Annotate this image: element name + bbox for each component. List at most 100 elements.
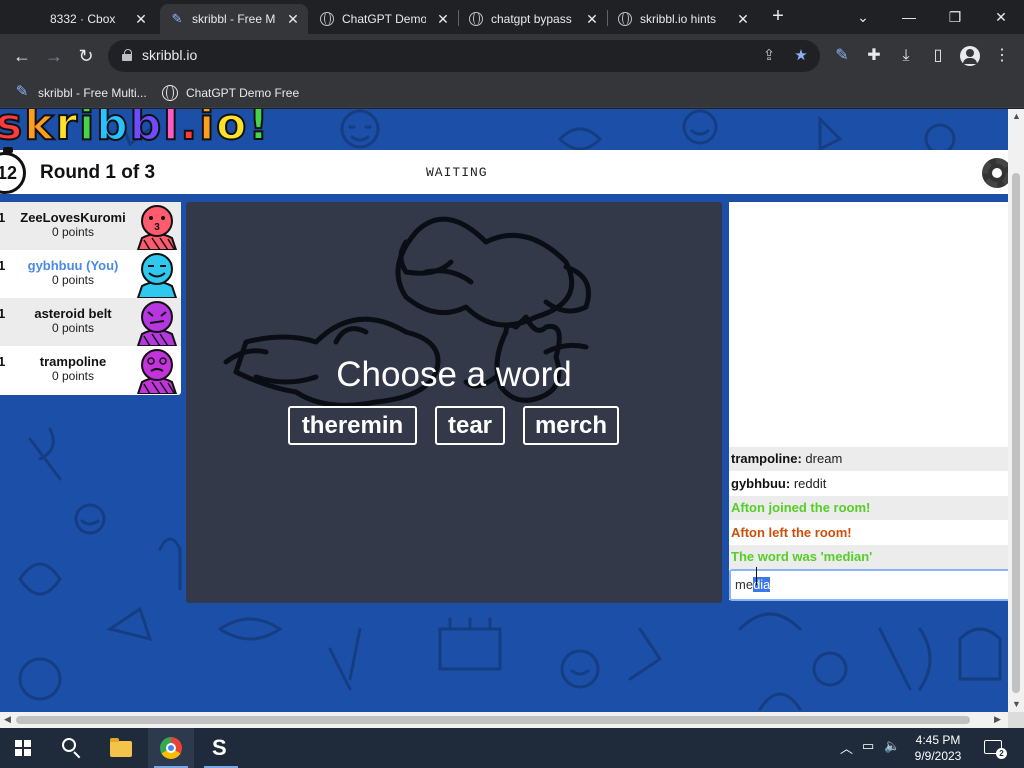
s-app-icon: S	[212, 735, 227, 760]
side-panel-icon[interactable]: ▯	[928, 46, 948, 66]
restore-button[interactable]: ❐	[932, 4, 978, 30]
vertical-scrollbar[interactable]: ▲ ▼	[1008, 109, 1024, 712]
download-icon[interactable]: ⤓	[896, 46, 916, 66]
word-choice-button[interactable]: theremin	[288, 406, 417, 445]
file-explorer-button[interactable]	[98, 728, 144, 768]
scrollbar-corner	[1008, 712, 1024, 728]
settings-gear-icon[interactable]	[982, 158, 1008, 188]
s-app-taskbar-button[interactable]: S	[198, 728, 244, 768]
close-icon[interactable]: ✕	[436, 11, 450, 28]
player-avatar: 3	[136, 205, 178, 250]
player-name: asteroid belt	[34, 306, 112, 321]
bookmark-star-icon[interactable]: ★	[792, 47, 810, 65]
windows-taskbar: S ︿ ▭ 🔈 4:45 PM 9/9/2023 2	[0, 728, 1024, 768]
scroll-down-arrow-icon[interactable]: ▼	[1012, 699, 1021, 709]
chat-system-message: The word was 'median'	[729, 545, 1008, 569]
player-row[interactable]: 1 gybhbuu (You) 0 points	[0, 250, 181, 298]
sketch-drawing	[223, 216, 591, 408]
player-points: 0 points	[51, 321, 95, 335]
volume-muted-icon[interactable]: 🔈	[884, 738, 900, 754]
show-hidden-icons-chevron-icon[interactable]: ︿	[840, 738, 853, 757]
tab-label: 8332 · Cbox	[50, 12, 116, 26]
chat-user: trampoline:	[731, 451, 802, 466]
player-row[interactable]: 1 ZeeLovesKuromi 0 points 3	[0, 202, 181, 250]
scroll-right-arrow-icon[interactable]: ▶	[994, 714, 1001, 725]
text-cursor-icon	[756, 567, 758, 585]
globe-icon	[469, 12, 483, 26]
tab-chatgpt-bypass[interactable]: chatgpt bypass ✕	[459, 4, 607, 34]
url-text: skribbl.io	[142, 47, 198, 63]
chat-input[interactable]: media	[729, 569, 1008, 601]
back-button[interactable]: ←	[10, 44, 34, 68]
chat-text: dream	[805, 451, 843, 466]
scroll-left-arrow-icon[interactable]: ◀	[4, 714, 11, 725]
address-bar[interactable]: skribbl.io ⇪ ★	[108, 40, 820, 72]
svg-text:3: 3	[154, 222, 160, 233]
quill-icon: ✎	[171, 11, 183, 26]
chat-input-text: me	[735, 577, 754, 592]
horizontal-scrollbar[interactable]: ◀ ▶	[0, 712, 1008, 728]
chrome-icon	[160, 737, 182, 759]
player-rank: 1	[0, 306, 6, 321]
globe-icon	[162, 85, 178, 101]
quill-extension-icon[interactable]: ✎	[832, 46, 852, 66]
round-indicator: Round 1 of 3	[40, 162, 156, 183]
player-avatar	[136, 349, 178, 394]
extensions-puzzle-icon[interactable]: ✚	[864, 46, 884, 66]
tab-chatgpt-demo[interactable]: ChatGPT Demo Free ✕	[310, 4, 458, 34]
lock-icon[interactable]	[122, 49, 132, 61]
menu-kebab-icon[interactable]: ⋮	[992, 46, 1012, 66]
profile-avatar-icon[interactable]	[960, 46, 980, 66]
search-button[interactable]	[48, 728, 94, 768]
word-choice-button[interactable]: merch	[523, 406, 619, 445]
game-header: 12 Round 1 of 3 WAITING	[0, 147, 1008, 194]
forward-button[interactable]: →	[42, 44, 66, 68]
taskbar-clock[interactable]: 4:45 PM 9/9/2023	[908, 732, 968, 764]
player-name: gybhbuu (You)	[27, 258, 119, 273]
word-choice-button[interactable]: tear	[435, 406, 505, 445]
scrollbar-thumb[interactable]	[16, 716, 970, 724]
bookmark-skribbl[interactable]: ✎ skribbl - Free Multi...	[14, 84, 147, 102]
start-button[interactable]	[0, 728, 46, 768]
clock-date: 9/9/2023	[914, 749, 962, 763]
player-row[interactable]: 1 asteroid belt 0 points	[0, 298, 181, 346]
close-icon[interactable]: ✕	[736, 11, 750, 28]
reload-button[interactable]: ↻	[74, 44, 98, 68]
tab-skribbl-hints[interactable]: skribbl.io hints ✕	[608, 4, 758, 34]
bookmark-label: ChatGPT Demo Free	[186, 86, 300, 100]
player-points: 0 points	[51, 369, 95, 383]
network-icon[interactable]: ▭	[862, 738, 874, 754]
skribbl-logo: skribbl.io!	[0, 109, 271, 151]
new-tab-button[interactable]: +	[768, 6, 788, 26]
tab-cbox[interactable]: 8332 · Cbox ✕	[6, 4, 156, 34]
close-window-button[interactable]: ✕	[978, 4, 1024, 30]
windows-logo-icon	[15, 740, 31, 756]
search-icon	[62, 738, 76, 752]
player-name: ZeeLovesKuromi	[20, 210, 126, 225]
skribbl-page: skribbl.io! 12 Round 1 of 3 WAITING 1 Ze…	[0, 109, 1008, 712]
player-rank: 1	[0, 258, 6, 273]
tab-search-chevron-icon[interactable]: ⌄	[840, 4, 886, 30]
minimize-button[interactable]: —	[886, 4, 932, 30]
player-avatar	[136, 301, 178, 346]
close-icon[interactable]: ✕	[286, 11, 300, 28]
scroll-up-arrow-icon[interactable]: ▲	[1012, 111, 1021, 121]
globe-icon	[320, 12, 334, 26]
tab-skribbl[interactable]: ✎ skribbl - Free Multiplayer Drawing & G…	[160, 4, 308, 34]
bookmark-chatgpt-demo[interactable]: ChatGPT Demo Free	[162, 84, 299, 102]
chrome-taskbar-button[interactable]	[148, 728, 194, 768]
quill-icon: ✎	[15, 83, 29, 100]
game-status: WAITING	[426, 165, 488, 180]
player-name: trampoline	[39, 354, 107, 369]
bookmarks-bar: ✎ skribbl - Free Multi... ChatGPT Demo F…	[0, 78, 1024, 108]
notification-count-badge: 2	[996, 748, 1007, 759]
player-row[interactable]: 1 trampoline 0 points	[0, 346, 181, 394]
clock-time: 4:45 PM	[915, 733, 961, 747]
scrollbar-thumb[interactable]	[1012, 173, 1020, 693]
drawing-canvas[interactable]: Choose a word theremin tear merch	[186, 202, 722, 603]
tab-label: ChatGPT Demo Free	[342, 12, 426, 26]
chat-system-message: Afton left the room!	[731, 525, 852, 540]
share-icon[interactable]: ⇪	[760, 47, 778, 65]
close-icon[interactable]: ✕	[134, 11, 148, 28]
close-icon[interactable]: ✕	[585, 11, 599, 28]
